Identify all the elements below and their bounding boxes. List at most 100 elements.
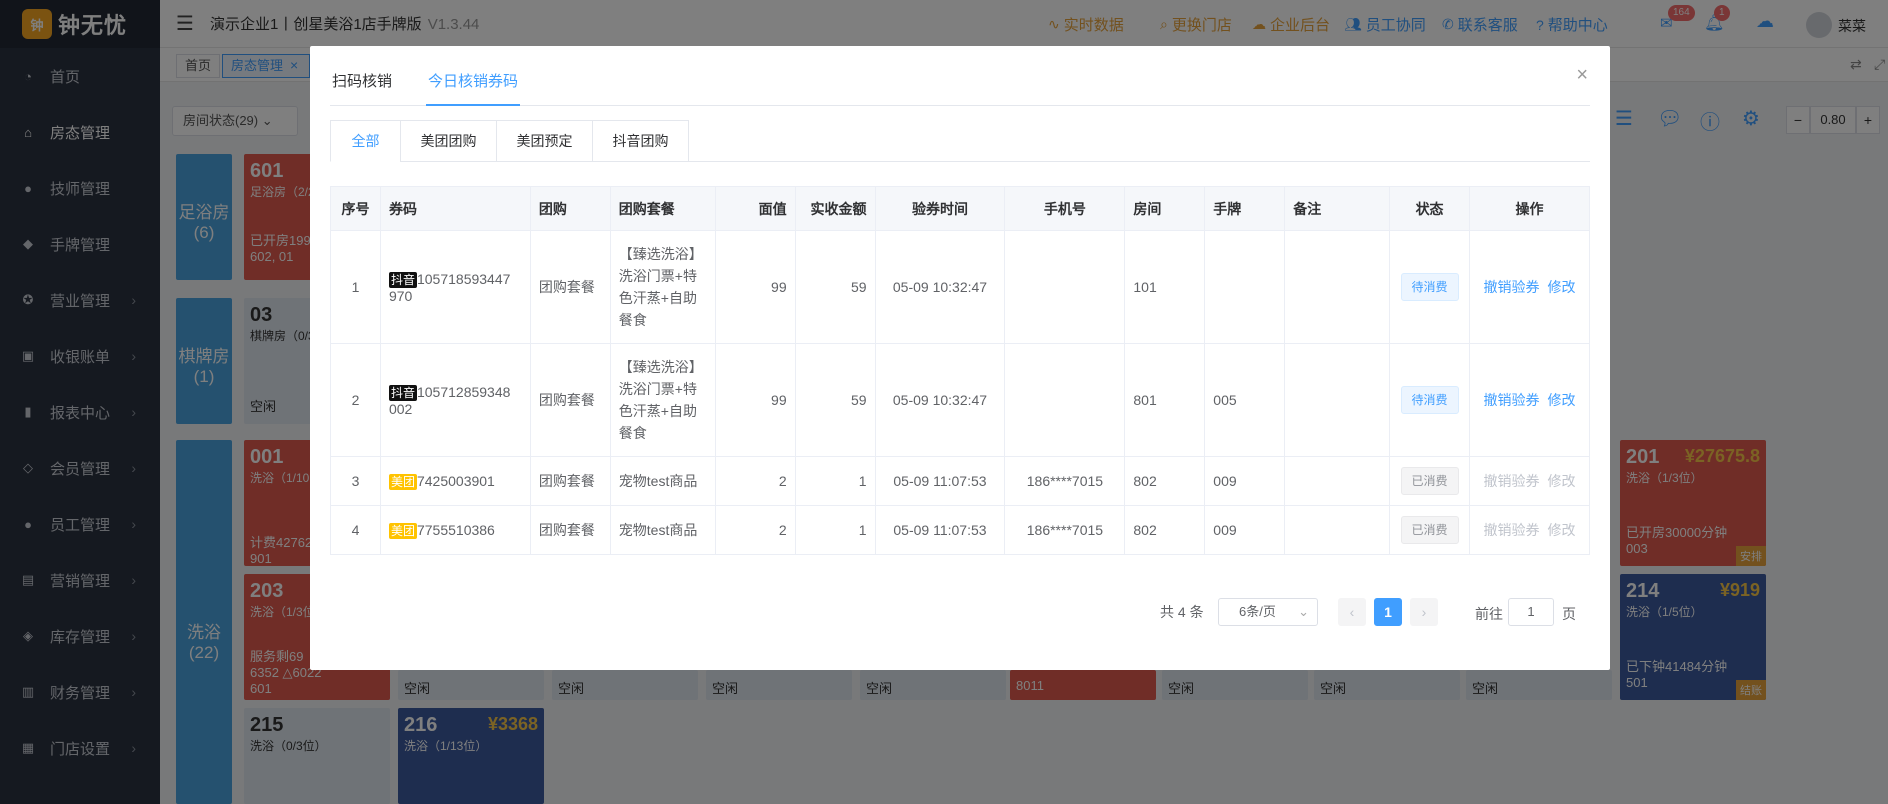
table-header-row: 序号 券码 团购 团购套餐 面值 实收金额 验券时间 手机号 房间 手牌 备注 … <box>330 186 1590 231</box>
table-row: 3 美团 7425003901 团购套餐 宠物test商品 2 1 05-09 11:07:5… <box>330 456 1590 506</box>
col-code: 券码 <box>379 186 531 231</box>
cell-index: 4 <box>330 505 381 555</box>
source-badge: 抖音 <box>388 384 417 401</box>
cell-group: 团购套餐 <box>529 456 611 506</box>
cell-phone: 186****7015 <box>1004 505 1126 555</box>
col-actions: 操作 <box>1469 186 1590 231</box>
page-number-current[interactable]: 1 <box>1374 598 1402 626</box>
source-badge: 美团 <box>388 522 417 539</box>
col-status: 状态 <box>1389 186 1471 231</box>
cell-package: 宠物test商品 <box>609 505 716 555</box>
coupon-table: 序号 券码 团购 团购套餐 面值 实收金额 验券时间 手机号 房间 手牌 备注 … <box>330 186 1590 555</box>
cell-phone: 186****7015 <box>1004 456 1126 506</box>
cell-room: 802 <box>1124 456 1206 506</box>
cell-face-value: 99 <box>714 343 796 457</box>
cell-group: 团购套餐 <box>529 505 611 555</box>
cell-paid: 1 <box>794 505 876 555</box>
goto-page-input[interactable]: 1 <box>1508 598 1554 626</box>
cell-room: 802 <box>1124 505 1206 555</box>
col-face-value: 面值 <box>714 186 796 231</box>
cell-actions: 撤销验券 修改 <box>1469 456 1590 506</box>
cell-room: 101 <box>1124 230 1206 344</box>
cell-tag: 009 <box>1204 505 1286 555</box>
col-index: 序号 <box>330 186 381 231</box>
col-room: 房间 <box>1124 186 1206 231</box>
status-badge: 待消费 <box>1400 273 1459 301</box>
cell-verify-time: 05-09 11:07:53 <box>874 456 1006 506</box>
tab-scan-verify[interactable]: 扫码核销 <box>330 66 394 106</box>
col-package: 团购套餐 <box>609 186 716 231</box>
coupon-modal: × 扫码核销 今日核销券码 全部 美团团购 美团预定 抖音团购 序号 券码 团购… <box>310 46 1610 670</box>
prev-page-button[interactable]: ‹ <box>1338 598 1366 626</box>
cell-status: 待消费 <box>1389 343 1471 457</box>
cell-note <box>1284 343 1391 457</box>
col-tag: 手牌 <box>1204 186 1286 231</box>
revoke-button[interactable]: 撤销验券 <box>1484 473 1540 489</box>
edit-button[interactable]: 修改 <box>1548 522 1576 538</box>
cell-room: 801 <box>1124 343 1206 457</box>
cell-paid: 59 <box>794 230 876 344</box>
cell-face-value: 2 <box>714 505 796 555</box>
cell-code: 美团 7755510386 <box>379 505 531 555</box>
source-badge: 美团 <box>388 473 417 490</box>
status-badge: 待消费 <box>1400 386 1459 414</box>
channel-tab-all[interactable]: 全部 <box>330 120 400 162</box>
cell-tag <box>1204 230 1286 344</box>
goto-label: 前往 <box>1475 606 1503 622</box>
edit-button[interactable]: 修改 <box>1548 392 1576 408</box>
col-group: 团购 <box>529 186 611 231</box>
page-size-select[interactable]: 6条/页 ⌄ <box>1218 598 1318 626</box>
cell-actions: 撤销验券 修改 <box>1469 505 1590 555</box>
table-row: 2 抖音 105712859348 002 团购套餐 【臻选洗浴】 洗浴门票+特 色汗蒸+自助… <box>330 343 1590 457</box>
revoke-button[interactable]: 撤销验券 <box>1484 279 1540 295</box>
col-paid: 实收金额 <box>794 186 876 231</box>
cell-verify-time: 05-09 10:32:47 <box>874 230 1006 344</box>
cell-actions: 撤销验券 修改 <box>1469 343 1590 457</box>
page-unit-label: 页 <box>1562 606 1576 622</box>
cell-status: 已消费 <box>1389 456 1471 506</box>
cell-index: 1 <box>330 230 381 344</box>
cell-code: 抖音 105712859348 002 <box>379 343 531 457</box>
modal-tabs: 扫码核销 今日核销券码 <box>330 66 1590 106</box>
cell-group: 团购套餐 <box>529 343 611 457</box>
table-row: 4 美团 7755510386 团购套餐 宠物test商品 2 1 05-09 11:07:5… <box>330 505 1590 555</box>
cell-note <box>1284 505 1391 555</box>
cell-package: 宠物test商品 <box>609 456 716 506</box>
cell-verify-time: 05-09 11:07:53 <box>874 505 1006 555</box>
tab-today-coupons[interactable]: 今日核销券码 <box>426 66 521 106</box>
cell-code: 美团 7425003901 <box>379 456 531 506</box>
channel-tab-meituan-group[interactable]: 美团团购 <box>400 120 496 162</box>
col-note: 备注 <box>1284 186 1391 231</box>
cell-status: 待消费 <box>1389 230 1471 344</box>
col-verify-time: 验券时间 <box>874 186 1006 231</box>
cell-paid: 59 <box>794 343 876 457</box>
cell-phone <box>1004 230 1126 344</box>
revoke-button[interactable]: 撤销验券 <box>1484 522 1540 538</box>
cell-verify-time: 05-09 10:32:47 <box>874 343 1006 457</box>
next-page-button[interactable]: › <box>1410 598 1438 626</box>
cell-paid: 1 <box>794 456 876 506</box>
edit-button[interactable]: 修改 <box>1548 473 1576 489</box>
table-row: 1 抖音 105718593447 970 团购套餐 【臻选洗浴】 洗浴门票+特 色汗蒸+自助… <box>330 230 1590 344</box>
cell-face-value: 2 <box>714 456 796 506</box>
revoke-button[interactable]: 撤销验券 <box>1484 392 1540 408</box>
cell-code: 抖音 105718593447 970 <box>379 230 531 344</box>
cell-package: 【臻选洗浴】 洗浴门票+特 色汗蒸+自助 餐食 <box>609 230 716 344</box>
pagination-total: 共 4 条 <box>1160 604 1204 620</box>
status-badge: 已消费 <box>1400 467 1459 495</box>
channel-tab-meituan-booking[interactable]: 美团预定 <box>496 120 592 162</box>
channel-tab-douyin-group[interactable]: 抖音团购 <box>592 120 689 162</box>
cell-tag: 005 <box>1204 343 1286 457</box>
cell-index: 2 <box>330 343 381 457</box>
col-phone: 手机号 <box>1004 186 1126 231</box>
cell-phone <box>1004 343 1126 457</box>
channel-tabs: 全部 美团团购 美团预定 抖音团购 <box>330 120 1590 162</box>
cell-note <box>1284 456 1391 506</box>
cell-actions: 撤销验券 修改 <box>1469 230 1590 344</box>
cell-package: 【臻选洗浴】 洗浴门票+特 色汗蒸+自助 餐食 <box>609 343 716 457</box>
edit-button[interactable]: 修改 <box>1548 279 1576 295</box>
cell-status: 已消费 <box>1389 505 1471 555</box>
cell-group: 团购套餐 <box>529 230 611 344</box>
cell-tag: 009 <box>1204 456 1286 506</box>
cell-index: 3 <box>330 456 381 506</box>
